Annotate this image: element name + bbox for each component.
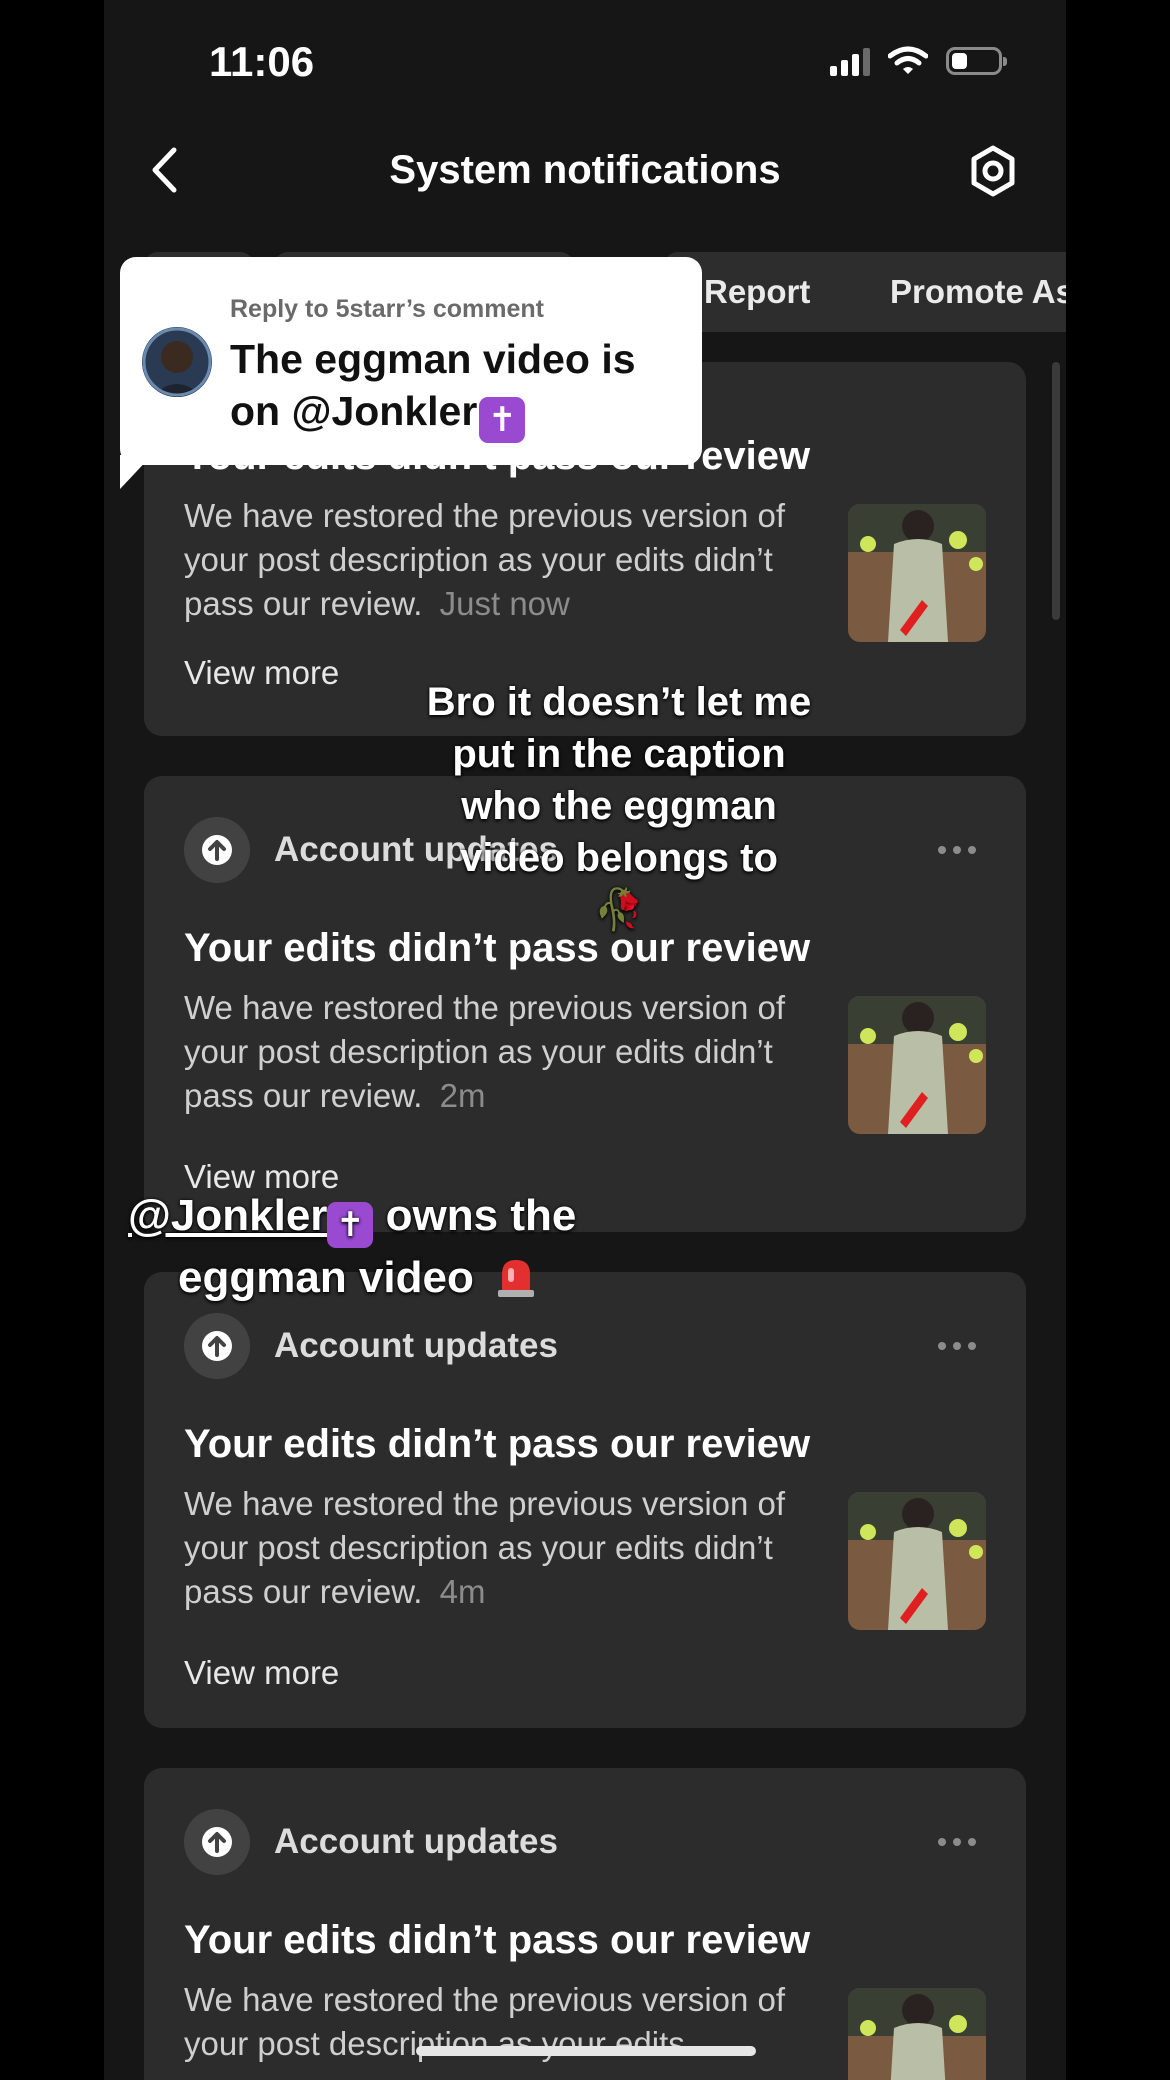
filter-chip-label: Report — [704, 273, 811, 310]
arrow-up-circle-icon — [184, 817, 250, 883]
caption-text: eggman video — [178, 1253, 474, 1302]
more-options-button[interactable] — [928, 1828, 986, 1856]
battery-icon — [946, 47, 1007, 75]
notification-description: We have restored the previous version of… — [184, 1482, 804, 1614]
wifi-icon — [888, 46, 928, 74]
notification-time: 4m — [439, 1573, 486, 1610]
caption-text: owns the — [373, 1191, 577, 1240]
reply-text: The eggman video is on @Jonkler ✝ — [230, 333, 690, 443]
notification-category: Account updates — [274, 1822, 558, 1861]
view-more-link[interactable]: View more — [184, 1654, 339, 1692]
gear-icon — [971, 145, 1015, 197]
card-header: Account updates — [184, 1310, 986, 1382]
notification-time: Just now — [439, 585, 570, 622]
wilted-rose-emoji: 🥀 — [594, 888, 644, 932]
avatar — [142, 327, 212, 397]
card-header: Account updates — [184, 1806, 986, 1878]
reply-comment-bubble[interactable]: Reply to 5starr’s comment The eggman vid… — [120, 257, 702, 465]
notification-title: Your edits didn’t pass our review — [184, 1422, 811, 1466]
view-more-link[interactable]: View more — [184, 654, 339, 692]
cross-icon: ✝ — [479, 397, 526, 443]
video-thumbnail[interactable] — [848, 996, 986, 1134]
reply-text-content: The eggman video is on @Jonkler — [230, 336, 636, 434]
cross-icon: ✝ — [327, 1202, 374, 1248]
page-title: System notifications — [389, 148, 781, 192]
notification-description: We have restored the previous version of… — [184, 986, 804, 1118]
notification-card[interactable]: Account updates Your edits didn’t pass o… — [144, 1768, 1026, 2080]
filter-chip-promote[interactable]: Promote As — [850, 252, 1066, 332]
more-options-button[interactable] — [928, 836, 986, 864]
reply-subtitle: Reply to 5starr’s comment — [230, 295, 544, 323]
notification-description: We have restored the previous version of… — [184, 494, 804, 626]
video-thumbnail[interactable] — [848, 1492, 986, 1630]
siren-icon — [496, 1254, 536, 1314]
video-thumbnail[interactable] — [848, 1988, 986, 2080]
status-icons — [830, 46, 1007, 76]
battery-level — [952, 53, 967, 69]
home-indicator[interactable] — [416, 2046, 756, 2056]
notification-category: Account updates — [274, 1326, 558, 1365]
notification-time: 2m — [439, 1077, 486, 1114]
status-time: 11:06 — [209, 38, 315, 85]
scrollbar[interactable] — [1052, 362, 1060, 620]
caption-mention[interactable]: @Jonkler — [128, 1191, 327, 1240]
filter-chip-label: Promote As — [890, 273, 1066, 310]
notification-title: Your edits didn’t pass our review — [184, 1918, 811, 1962]
notification-card[interactable]: Account updates Your edits didn’t pass o… — [144, 1272, 1026, 1728]
arrow-up-circle-icon — [184, 1313, 250, 1379]
arrow-up-circle-icon — [184, 1809, 250, 1875]
caption-text: Bro it doesn’t let me put in the caption… — [426, 680, 812, 880]
more-options-button[interactable] — [928, 1332, 986, 1360]
overlay-caption-1: Bro it doesn’t let me put in the caption… — [424, 676, 814, 936]
settings-button[interactable] — [964, 142, 1022, 200]
overlay-caption-2: @Jonkler✝ owns the eggman video 🚨 — [128, 1186, 688, 1314]
cellular-signal-icon — [830, 46, 870, 76]
video-thumbnail[interactable] — [848, 504, 986, 642]
